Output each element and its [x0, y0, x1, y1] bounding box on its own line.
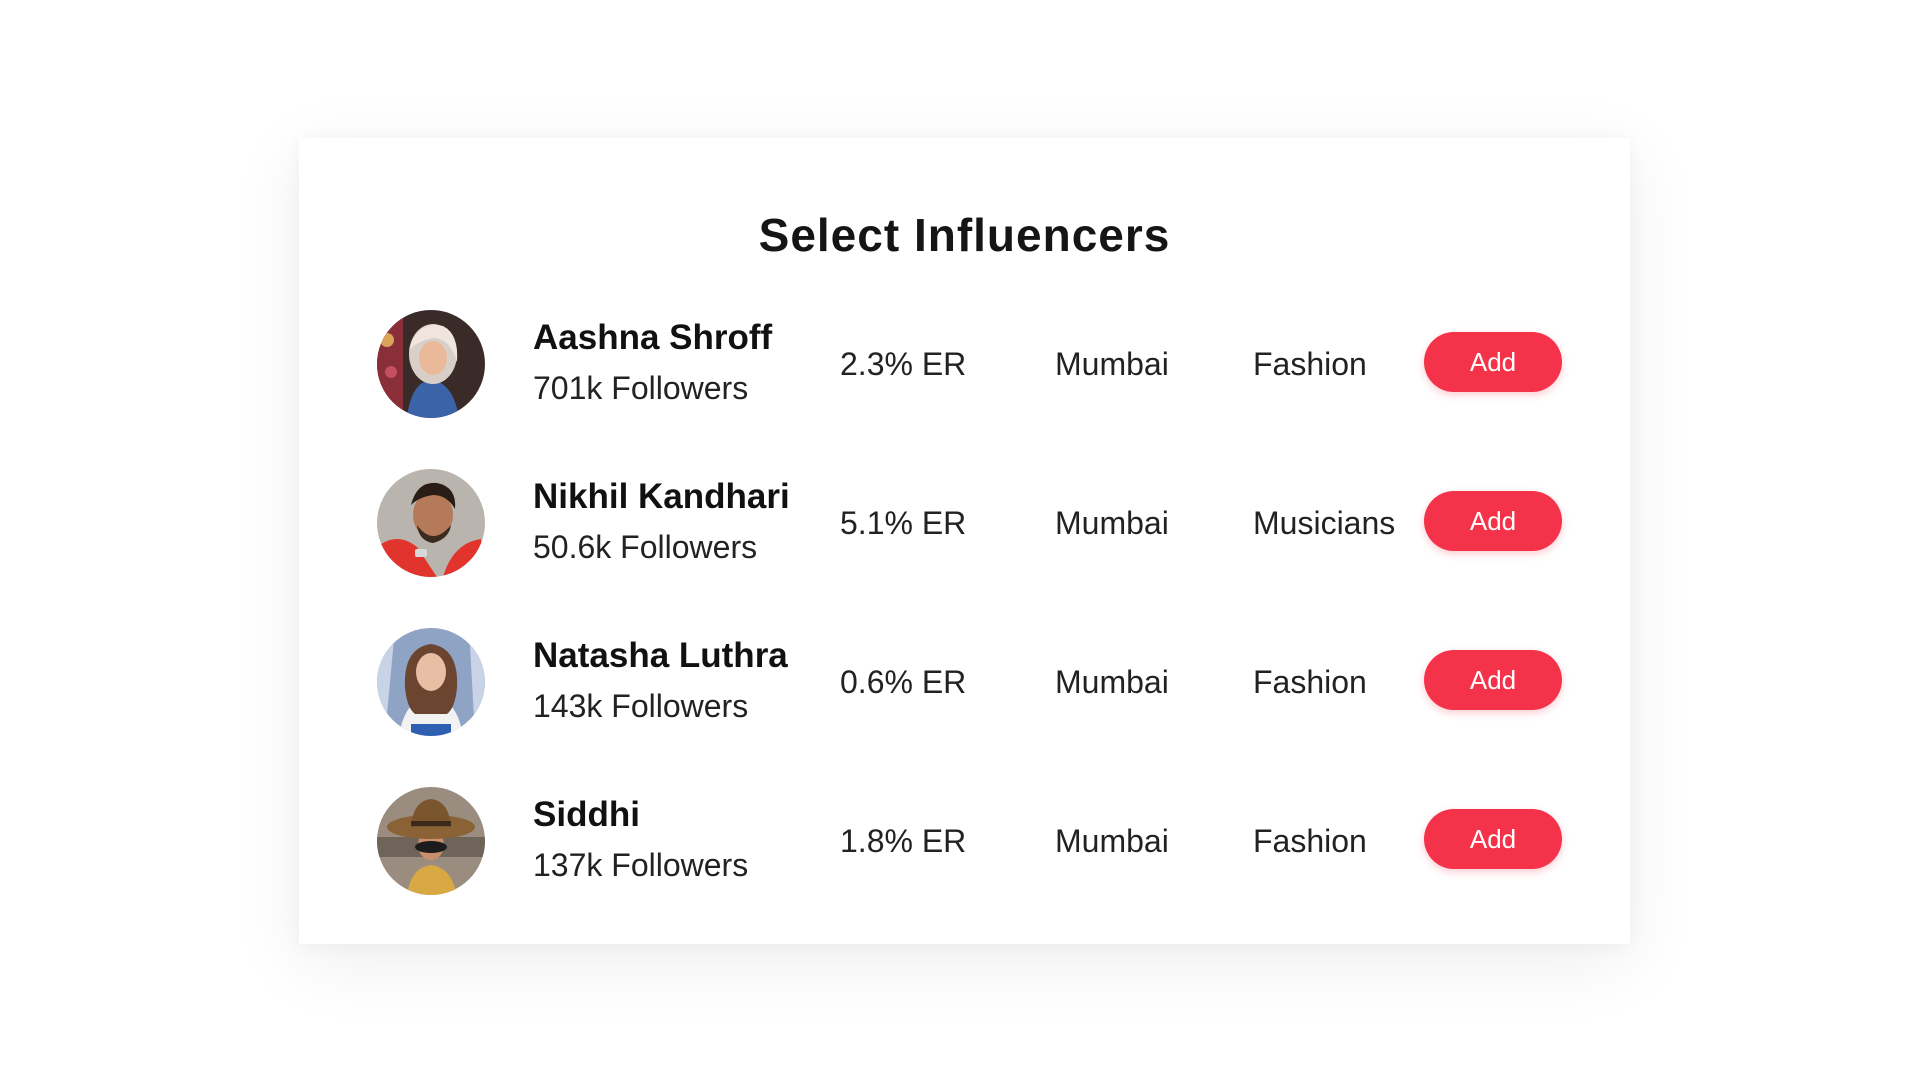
add-button[interactable]: Add: [1424, 650, 1562, 710]
engagement-rate: 5.1% ER: [840, 505, 967, 541]
follower-count: 143k Followers: [533, 688, 749, 724]
influencer-name: Nikhil Kandhari: [533, 477, 790, 516]
influencer-list: Aashna Shroff 701k Followers 2.3% ER Mum…: [377, 310, 1577, 946]
add-button[interactable]: Add: [1424, 332, 1562, 392]
engagement-rate: 2.3% ER: [840, 346, 967, 382]
follower-count: 137k Followers: [533, 847, 749, 883]
category: Fashion: [1253, 664, 1367, 700]
influencer-name: Siddhi: [533, 795, 640, 834]
avatar: [377, 787, 485, 895]
location: Mumbai: [1055, 823, 1169, 859]
avatar: [377, 469, 485, 577]
influencer-name: Aashna Shroff: [533, 318, 773, 357]
influencer-row: Nikhil Kandhari 50.6k Followers 5.1% ER …: [377, 469, 1577, 628]
influencer-selection-card: Select Influencers Aashna Shroff 701k Fo…: [299, 138, 1630, 944]
influencer-row: Natasha Luthra 143k Followers 0.6% ER Mu…: [377, 628, 1577, 787]
influencer-row: Aashna Shroff 701k Followers 2.3% ER Mum…: [377, 310, 1577, 469]
add-button[interactable]: Add: [1424, 809, 1562, 869]
influencer-row: Siddhi 137k Followers 1.8% ER Mumbai Fas…: [377, 787, 1577, 946]
avatar: [377, 310, 485, 418]
influencer-name: Natasha Luthra: [533, 636, 788, 675]
location: Mumbai: [1055, 505, 1169, 541]
location: Mumbai: [1055, 346, 1169, 382]
engagement-rate: 0.6% ER: [840, 664, 967, 700]
engagement-rate: 1.8% ER: [840, 823, 967, 859]
follower-count: 701k Followers: [533, 370, 749, 406]
location: Mumbai: [1055, 664, 1169, 700]
add-button[interactable]: Add: [1424, 491, 1562, 551]
category: Fashion: [1253, 346, 1367, 382]
avatar: [377, 628, 485, 736]
page-title: Select Influencers: [758, 209, 1171, 261]
category: Fashion: [1253, 823, 1367, 859]
category: Musicians: [1253, 505, 1396, 541]
page-background: Select Influencers Aashna Shroff 701k Fo…: [0, 0, 1920, 1080]
follower-count: 50.6k Followers: [533, 529, 758, 565]
